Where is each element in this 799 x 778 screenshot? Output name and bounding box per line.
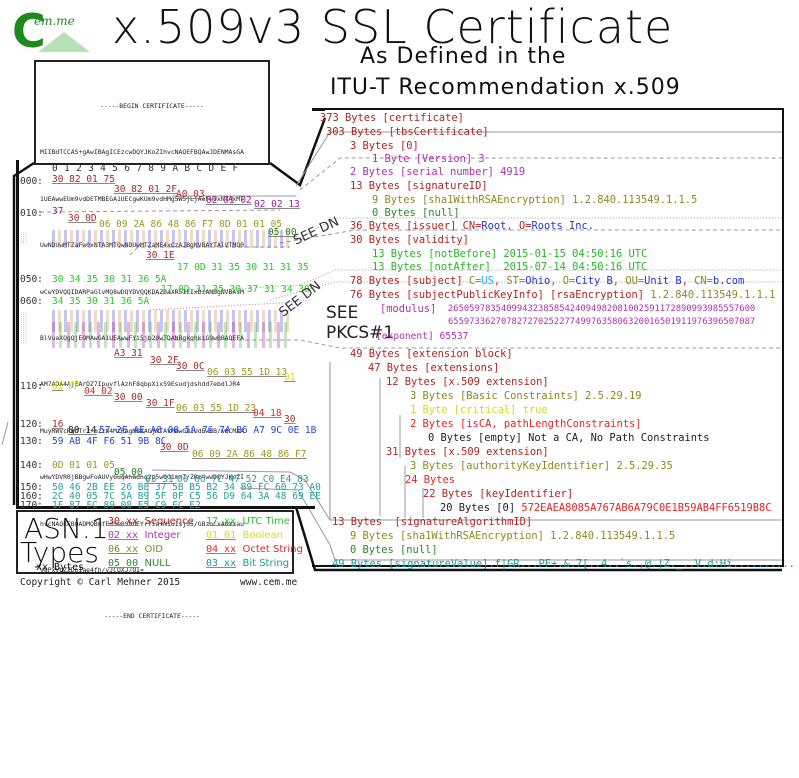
tree-node-extension-1: 12 Bytes [x.509 extension] [386,376,549,388]
tree-node-sigid-oid: 9 Bytes [sha1WithRSAEncryption] 1.2.840.… [372,194,698,206]
tree-node-not-after: 13 Bytes [notAfter] 2015-07-14 04:50:16 … [372,261,648,273]
tree-node-basic-constraints: 3 Bytes [Basic Constraints] 2.5.29.19 [410,390,642,402]
hex-bytes: 06 03 55 1D 13 [207,367,288,378]
hex-address: 000: [20,176,43,187]
legend-item-oid: 06 xx OID [108,544,163,555]
tree-node-octet-24: 24 Bytes [405,474,456,486]
tree-node-subject-public-key-info: 76 Bytes [subjectPublicKeyInfo] [rsaEncr… [350,289,776,301]
hex-bytes: 34 35 30 31 36 5A [52,296,150,307]
tree-node-critical: 1 Byte [critical] true [410,404,548,416]
tree-node-context0: 3 Bytes [0] [350,140,419,152]
copyright-text: Copyright © Carl Mehner 2015 [20,577,181,588]
legend-item-octet-string: 04 xx Octet String [206,544,303,555]
tree-node-authority-key-identifier: 3 Bytes [authorityKeyIdentifier] 2.5.29.… [410,460,673,472]
compressed-hex-public-key [52,322,292,348]
tree-node-modulus-label: [modulus] [380,303,437,315]
hex-address-compressed: ::: ::: ::: [20,231,28,244]
tree-node-modulus-line1: 2650597835409943238585424094982081002591… [448,304,756,314]
hex-bytes: 04 18 [253,408,282,419]
tree-node-not-before: 13 Bytes [notBefore] 2015-01-15 04:50:16… [372,248,648,260]
hex-bytes: 30 0D [160,442,189,453]
hex-bytes: 59 AB 4F F6 51 9B 8C [52,436,167,447]
hex-bytes: 0D 01 01 05 [52,460,115,471]
hex-bytes: 04 02 [84,386,113,397]
hex-bytes: 17 0D 31 35 30 31 31 35 [177,262,309,273]
tree-node-extension-block: 49 Bytes [extension block] [350,348,513,360]
tree-node-key-identifier-value: 20 Bytes [0] 572EAEA8085A767AB6A79C0E1B5… [440,502,772,514]
hex-bytes: 06 09 2A 86 48 86 F7 [192,449,307,460]
hex-column-headers: 0123456789ABCDEF [52,163,245,174]
hex-bytes: 02 02 13 [254,199,300,210]
hex-bytes: 30 0D [68,213,97,224]
hex-bytes: A3 31 [114,348,143,359]
pem-certificate-box: -----BEGIN CERTIFICATE----- MIIBdTCCAS+g… [34,60,270,620]
pem-line: MIIBdTCCAS+gAwIBAgICEzcwDQYJKoZIhvcNAQEF… [40,148,244,157]
hex-bytes: 06 09 2A 86 48 86 F7 0D 01 01 05 [99,219,283,230]
hex-bytes: 02 01 02 [206,195,252,206]
tree-node-key-identifier: 22 Bytes [keyIdentifier] [423,488,574,500]
hex-address: 130: [20,436,43,447]
tree-node-extension-2: 31 Bytes [x.509 extension] [386,446,549,458]
hex-bytes: 1F 87 FC 89 08 E5 C9 FC E2 [52,500,201,511]
hex-address: 050: [20,274,43,285]
tree-node-sigid-null: 0 Bytes [null] [372,207,460,219]
hex-bytes: 06 03 55 1D 23 [176,403,257,414]
legend-item-bit-string: 03 xx Bit String [206,558,290,569]
hex-bytes: 57 2E AE A8 08 5A 76 7A B6 A7 9C 0E 1B [99,425,317,436]
tree-node-sigalg-null: 0 Bytes [null] [350,544,438,556]
tree-node-signature-id: 13 Bytes [signatureID] [350,180,488,192]
tree-node-signature-value: 49 Bytes [signatureValue].f|GR...PF+.&.7… [332,558,795,570]
hex-address-compressed: ::: ::: ::: ::: ::: ::: ::: ::: [20,311,28,344]
hex-address: 110: [20,381,43,392]
compressed-hex-issuer [52,230,292,248]
hex-bytes: 30 1E [146,250,175,261]
hex-bytes: 16 [52,419,64,430]
tree-node-modulus-line2: 6559733627078272702522774997635806320016… [448,317,756,327]
legend-item-sequence: 30 xx Sequence [108,516,194,527]
tree-node-sigalg-oid: 9 Bytes [sha1WithRSAEncryption] 1.2.840.… [350,530,676,542]
tree-node-certificate: 373 Bytes [certificate] [320,112,464,124]
hex-address: 060: [20,296,43,307]
hex-bytes: 01 [284,372,296,383]
hex-bytes: 30 00 [114,392,143,403]
tree-node-version: 1 Byte [Version] 3 [372,153,485,165]
tree-node-validity: 30 Bytes [validity] [350,234,469,246]
website-link[interactable]: www.cem.me [240,577,297,588]
tree-node-issuer: 36 Bytes [issuer] CN=Root, O=Roots Inc. [350,220,595,232]
tree-node-exponent: [exponent] 65537 [376,331,469,342]
tree-node-subject: 78 Bytes [subject] C=US, ST=Ohio, O=City… [350,275,745,287]
hex-address: 140: [20,460,43,471]
legend-item-utc-time: 17 xx UTC Time [206,516,290,527]
tree-node-serial: 2 Bytes [serial number] 4919 [350,166,526,178]
hex-bytes: 30 82 01 75 [52,174,115,185]
hex-address: 010: [20,208,43,219]
hex-bytes: 37 [52,206,64,217]
tree-node-signature-algorithm: 13 Bytes [signatureAlgorithmID] [332,516,533,528]
hex-bytes: 30 0C [176,361,205,372]
pem-line: -----BEGIN CERTIFICATE----- [100,102,204,110]
hex-bytes: 05 00 [114,467,143,478]
legend-subtitle: xx Bytes [36,562,85,573]
hex-bytes: FF [68,381,80,392]
pem-line: -----END CERTIFICATE----- [103,612,201,621]
hex-bytes: 30 34 35 30 31 36 5A [52,274,167,285]
hex-bytes: 80 14 [68,425,97,436]
hex-bytes: 30 2F [150,355,179,366]
legend-item-integer: 02 xx Integer [108,530,181,541]
hex-address: 170: [20,500,43,511]
tree-node-is-ca: 2 Bytes [isCA, pathLengthConstraints] [410,418,642,430]
hex-bytes: 01 [52,381,64,392]
hex-address: 120: [20,419,43,430]
hex-bytes: 30 82 01 2F [114,184,177,195]
tree-node-empty: 0 Bytes [empty] Not a CA, No Path Constr… [428,432,710,444]
hex-bytes: 17 0D 31 35 30 37 31 34 30 [161,284,310,295]
tree-node-tbs-certificate: 303 Bytes [tbsCertificate] [326,126,489,138]
hex-bytes: 30 1F [146,398,175,409]
hex-bytes: 30 [284,414,296,425]
legend-item-null: 05 00 NULL [108,558,171,569]
legend-item-boolean: 01 01 Boolean [206,530,283,541]
hex-bytes: A0 03 [176,189,205,200]
asn1-types-legend: ASN.1 Types xx Bytes 30 xx Sequence 02 x… [16,510,303,574]
tree-node-extensions: 47 Bytes [extensions] [368,362,500,374]
